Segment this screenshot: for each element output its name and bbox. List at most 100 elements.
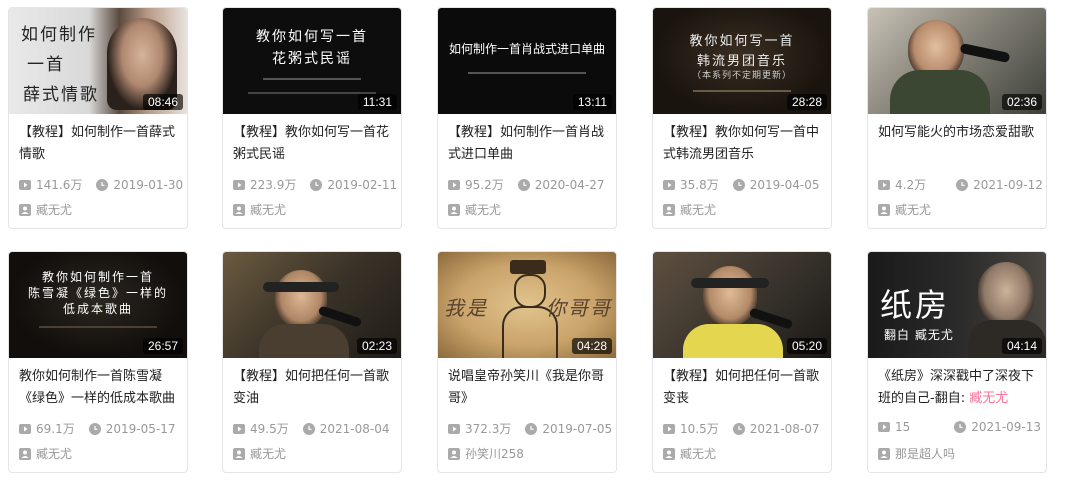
video-title[interactable]: 【教程】如何制作一首肖战式进口单曲 xyxy=(448,122,608,166)
publish-date: 2021-09-12 xyxy=(973,177,1043,192)
video-card[interactable]: 纸房 翻白 臧无尤 04:14 《纸房》深深戳中了深夜下班的自己-翻自: 臧无尤… xyxy=(867,251,1047,473)
clock-icon xyxy=(302,422,315,435)
video-author[interactable]: 臧无尤 xyxy=(19,445,72,462)
video-stats: 69.1万 2019-05-17 xyxy=(19,420,184,437)
view-count: 4.2万 xyxy=(895,178,927,192)
video-thumbnail[interactable]: 05:20 xyxy=(653,252,831,358)
thumbnail-caption-line: 教你如何制作一首 xyxy=(41,270,154,284)
video-title[interactable]: 【教程】如何把任何一首歌变油 xyxy=(233,366,393,410)
clock-icon xyxy=(517,178,530,191)
video-duration: 02:36 xyxy=(1001,94,1042,110)
video-card[interactable]: 教你如何写一首 韩流男团音乐 （本系列不定期更新） 28:28 【教程】教你如何… xyxy=(652,7,832,229)
video-card[interactable]: 教你如何写一首 花粥式民谣 11:31 【教程】教你如何写一首花粥式民谣 223… xyxy=(222,7,402,229)
author-name: 臧无尤 xyxy=(680,447,717,461)
video-author[interactable]: 臧无尤 xyxy=(878,201,931,218)
play-icon xyxy=(448,179,460,190)
video-title[interactable]: 【教程】如何把任何一首歌变丧 xyxy=(663,366,823,410)
video-title[interactable]: 如何写能火的市场恋爱甜歌 xyxy=(878,122,1038,166)
video-author[interactable]: 臧无尤 xyxy=(19,201,72,218)
play-icon xyxy=(878,422,890,432)
video-thumbnail[interactable]: 02:36 xyxy=(868,8,1046,114)
video-title[interactable]: 教你如何制作一首陈雪凝《绿色》一样的低成本歌曲 xyxy=(19,366,179,410)
clock-icon xyxy=(732,422,745,435)
thumbnail-caption-line: 教你如何写一首 xyxy=(256,29,368,45)
up-icon xyxy=(663,203,675,216)
up-icon xyxy=(233,203,245,216)
up-icon xyxy=(448,203,460,216)
play-icon xyxy=(878,179,890,190)
video-author[interactable]: 臧无尤 xyxy=(663,445,716,462)
clock-icon xyxy=(732,178,745,191)
video-card[interactable]: 我是 你哥哥 04:28 说唱皇帝孙笑川《我是你哥哥》 372.3万 2019-… xyxy=(437,251,617,473)
video-stats: 49.5万 2021-08-04 xyxy=(233,420,398,437)
thumbnail-caption-line: 低成本歌曲 xyxy=(62,302,133,316)
video-thumbnail[interactable]: 如何制作一首肖战式进口单曲 13:11 xyxy=(438,8,616,114)
view-count: 35.8万 xyxy=(680,178,719,192)
view-count: 69.1万 xyxy=(36,422,75,436)
publish-date: 2021-08-07 xyxy=(749,421,820,436)
video-duration: 05:20 xyxy=(786,338,827,354)
video-thumbnail[interactable]: 纸房 翻白 臧无尤 04:14 xyxy=(868,252,1046,358)
video-thumbnail[interactable]: 如何制作 一首 薛式情歌 08:46 xyxy=(9,8,187,114)
thumbnail-caption-line: 如何制作 xyxy=(21,25,97,45)
video-duration: 11:31 xyxy=(357,94,397,110)
video-thumbnail[interactable]: 我是 你哥哥 04:28 xyxy=(438,252,616,358)
thumbnail-caption-line: 如何制作一首肖战式进口单曲 xyxy=(448,42,605,56)
video-duration: 04:14 xyxy=(1001,338,1042,354)
video-card[interactable]: 教你如何制作一首 陈雪凝《绿色》一样的 低成本歌曲 26:57 教你如何制作一首… xyxy=(8,251,188,473)
view-count: 372.3万 xyxy=(465,422,512,436)
video-stats: 372.3万 2019-07-05 xyxy=(448,420,613,437)
video-card[interactable]: 如何制作 一首 薛式情歌 08:46 【教程】如何制作一首薛式情歌 141.6万… xyxy=(8,7,188,229)
up-icon xyxy=(448,447,460,460)
video-author[interactable]: 臧无尤 xyxy=(663,201,716,218)
view-count: 95.2万 xyxy=(465,178,504,192)
thumbnail-caption-line: 韩流男团音乐 xyxy=(696,54,787,69)
author-name: 臧无尤 xyxy=(680,203,717,217)
thumbnail-caption-line: 陈雪凝《绿色》一样的 xyxy=(27,286,168,300)
video-thumbnail[interactable]: 教你如何制作一首 陈雪凝《绿色》一样的 低成本歌曲 26:57 xyxy=(9,252,187,358)
video-card[interactable]: 02:23 【教程】如何把任何一首歌变油 49.5万 2021-08-04 臧无… xyxy=(222,251,402,473)
video-thumbnail[interactable]: 教你如何写一首 花粥式民谣 11:31 xyxy=(223,8,401,114)
video-thumbnail[interactable]: 02:23 xyxy=(223,252,401,358)
play-icon xyxy=(19,179,31,190)
video-title[interactable]: 【教程】如何制作一首薛式情歌 xyxy=(19,122,179,166)
author-name: 孙笑川258 xyxy=(465,447,524,461)
video-title[interactable]: 说唱皇帝孙笑川《我是你哥哥》 xyxy=(448,366,608,410)
video-card[interactable]: 02:36 如何写能火的市场恋爱甜歌 4.2万 2021-09-12 臧无尤 xyxy=(867,7,1047,229)
thumbnail-caption-line: 纸房 xyxy=(880,286,951,324)
video-duration: 02:23 xyxy=(356,338,397,354)
video-title[interactable]: 【教程】教你如何写一首中式韩流男团音乐 xyxy=(663,122,823,166)
play-icon xyxy=(663,423,675,434)
video-author[interactable]: 臧无尤 xyxy=(233,445,286,462)
play-icon xyxy=(233,179,245,190)
up-icon xyxy=(233,447,245,460)
author-name: 臧无尤 xyxy=(465,203,502,217)
up-icon xyxy=(878,203,890,216)
video-thumbnail[interactable]: 教你如何写一首 韩流男团音乐 （本系列不定期更新） 28:28 xyxy=(653,8,831,114)
video-card[interactable]: 05:20 【教程】如何把任何一首歌变丧 10.5万 2021-08-07 臧无… xyxy=(652,251,832,473)
author-name: 臧无尤 xyxy=(895,203,932,217)
publish-date: 2019-01-30 xyxy=(113,177,184,192)
video-duration: 08:46 xyxy=(142,94,183,110)
publish-date: 2019-02-11 xyxy=(327,177,398,192)
title-highlight: 臧无尤 xyxy=(969,391,1009,406)
video-title[interactable]: 《纸房》深深戳中了深夜下班的自己-翻自: 臧无尤 xyxy=(878,366,1038,410)
video-card[interactable]: 如何制作一首肖战式进口单曲 13:11 【教程】如何制作一首肖战式进口单曲 95… xyxy=(437,7,617,229)
video-duration: 04:28 xyxy=(571,338,612,354)
video-author[interactable]: 臧无尤 xyxy=(233,201,286,218)
author-name: 臧无尤 xyxy=(250,447,287,461)
video-author[interactable]: 孙笑川258 xyxy=(448,445,524,462)
view-count: 141.6万 xyxy=(36,178,83,192)
video-author[interactable]: 臧无尤 xyxy=(448,201,501,218)
clock-icon xyxy=(954,421,967,433)
thumbnail-caption-line: 一首 xyxy=(27,55,65,75)
video-stats: 223.9万 2019-02-11 xyxy=(233,176,398,193)
author-name: 那是超人吗 xyxy=(895,447,956,461)
video-duration: 26:57 xyxy=(142,338,183,354)
thumbnail-caption-line: 我是 xyxy=(444,296,488,320)
clock-icon xyxy=(96,178,109,191)
video-stats: 10.5万 2021-08-07 xyxy=(663,420,828,437)
up-icon xyxy=(878,447,890,460)
video-title[interactable]: 【教程】教你如何写一首花粥式民谣 xyxy=(233,122,393,166)
video-author[interactable]: 那是超人吗 xyxy=(878,445,955,462)
